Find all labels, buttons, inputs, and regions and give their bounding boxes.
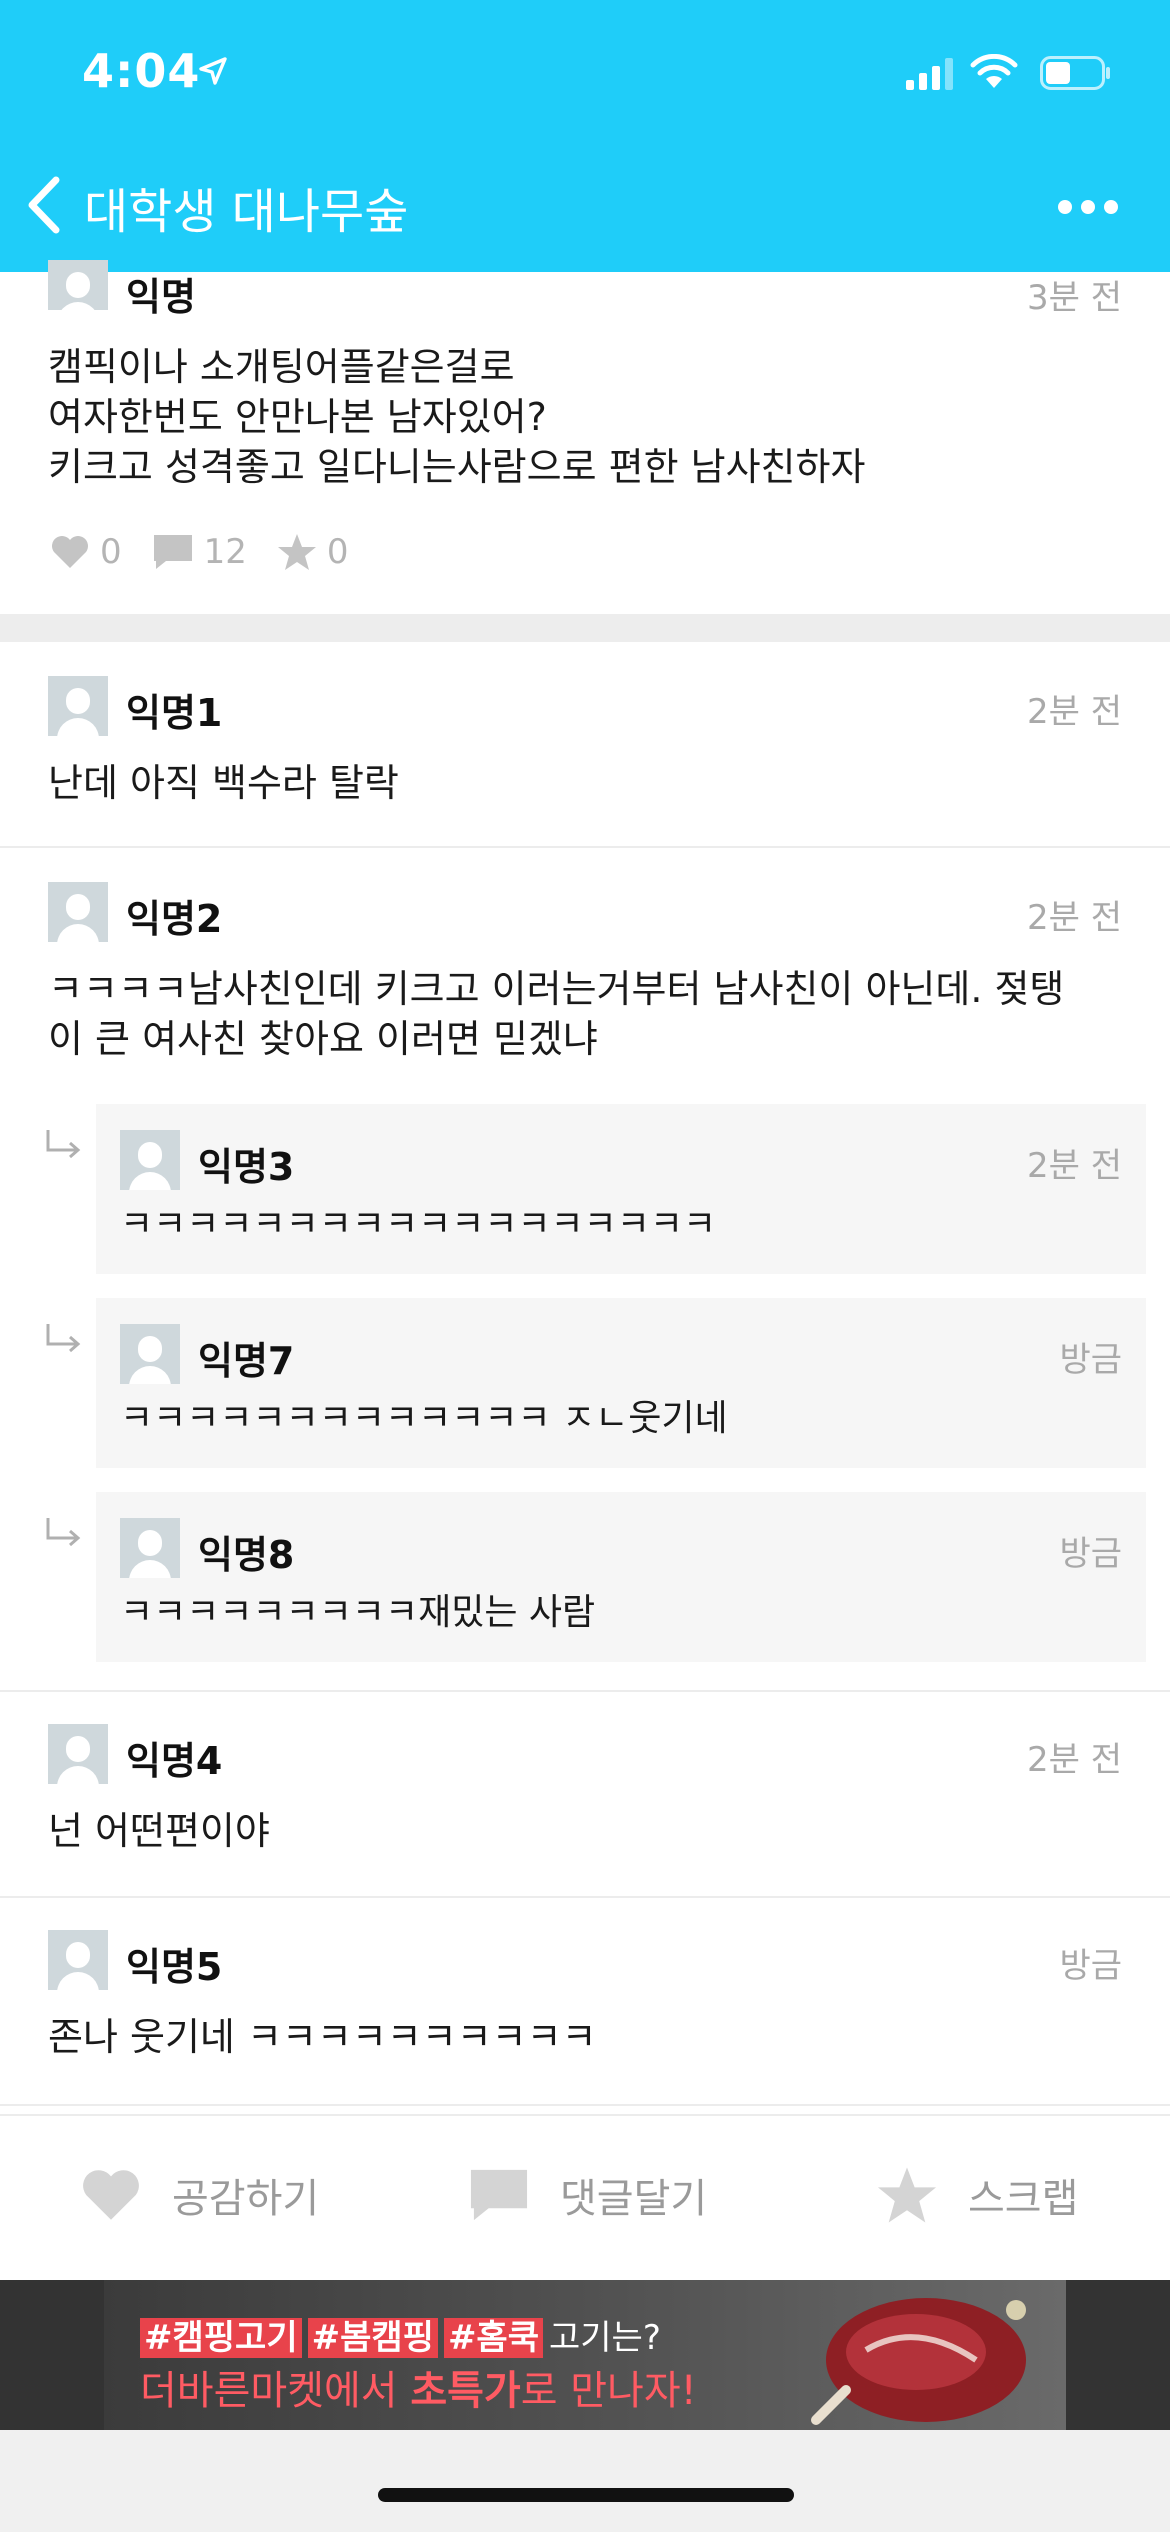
reply: 익명7 방금 ㅋㅋㅋㅋㅋㅋㅋㅋㅋㅋㅋㅋㅋ ㅈㄴ웃기네 (96, 1298, 1146, 1468)
post-line: 캠픽이나 소개팅어플같은걸로 (48, 345, 515, 389)
app-header: 4:04 대학생 대나무숲 (0, 0, 1170, 272)
reply-time: 방금 (1059, 1340, 1122, 1380)
comment-text: ㅋㅋㅋㅋ남사친인데 키크고 이러는거부터 남사친이 아닌데. 젖탱 이 큰 여사… (48, 967, 1065, 1061)
divider (0, 1896, 1170, 1898)
avatar (48, 676, 108, 736)
comment-bubble-icon (470, 2169, 528, 2221)
reply: 익명3 2분 전 ㅋㅋㅋㅋㅋㅋㅋㅋㅋㅋㅋㅋㅋㅋㅋㅋㅋㅋ (96, 1104, 1146, 1274)
comment-button[interactable]: 댓글달기 (468, 2166, 707, 2224)
divider (0, 2104, 1170, 2106)
status-time: 4:04 (82, 44, 201, 98)
post-stats: 0 12 0 (50, 530, 379, 574)
reply-author: 익명8 (198, 1533, 295, 1577)
reply: 익명8 방금 ㅋㅋㅋㅋㅋㅋㅋㅋㅋ재밌는 사람 (96, 1492, 1146, 1662)
like-button[interactable]: 공감하기 (80, 2166, 319, 2224)
home-indicator-area (0, 2430, 1170, 2532)
ad-banner[interactable]: #캠핑고기 #봄캠핑 #홈쿡 고기는? 더바른마켓에서 초특가로 만나자! (104, 2280, 1066, 2430)
battery-icon (1040, 56, 1110, 90)
avatar (120, 1130, 180, 1190)
action-bar: 공감하기 댓글달기 스크랩 (0, 2114, 1170, 2280)
divider (0, 846, 1170, 848)
reply-time: 2분 전 (1027, 1146, 1122, 1186)
comment-bubble-icon (153, 535, 192, 569)
post: 익명 3분 전 캠픽이나 소개팅어플같은걸로 여자한번도 안만나본 남자있어? … (0, 260, 1170, 614)
avatar (48, 260, 108, 310)
reply-arrow-icon (46, 1130, 81, 1159)
comment-time: 방금 (1059, 1946, 1122, 1986)
comment-time: 2분 전 (1027, 898, 1122, 938)
scrap-count: 0 (277, 532, 349, 572)
post-line: 키크고 성격좋고 일다니는사람으로 편한 남사친하자 (48, 445, 866, 489)
avatar (48, 1930, 108, 1990)
divider (0, 1690, 1170, 1692)
section-separator (0, 614, 1170, 642)
comment-text: 존나 웃기네 ㅋㅋㅋㅋㅋㅋㅋㅋㅋㅋ (48, 2015, 597, 2059)
heart-icon (52, 536, 88, 568)
location-arrow-icon (199, 57, 227, 85)
back-chevron-icon[interactable] (22, 174, 66, 236)
post-author: 익명 (126, 275, 196, 319)
post-content: 캠픽이나 소개팅어플같은걸로 여자한번도 안만나본 남자있어? 키크고 성격좋고… (48, 342, 865, 492)
comment-time: 2분 전 (1027, 692, 1122, 732)
reply-author: 익명7 (198, 1339, 295, 1383)
comment-time: 2분 전 (1027, 1740, 1122, 1780)
star-icon (277, 534, 316, 570)
reply-author: 익명3 (198, 1145, 295, 1189)
reply-arrow-icon (46, 1324, 81, 1353)
more-options-icon[interactable] (1056, 198, 1120, 216)
comment-author: 익명4 (126, 1739, 223, 1783)
cellular-signal-icon (906, 58, 953, 90)
avatar (48, 1724, 108, 1784)
reply-arrow-icon (46, 1518, 81, 1547)
scrap-button[interactable]: 스크랩 (876, 2166, 1078, 2224)
reply-text: ㅋㅋㅋㅋㅋㅋㅋㅋㅋㅋㅋㅋㅋㅋㅋㅋㅋㅋ (120, 1204, 717, 1245)
wifi-icon (970, 54, 1018, 88)
reply-text: ㅋㅋㅋㅋㅋㅋㅋㅋㅋㅋㅋㅋㅋ ㅈㄴ웃기네 (120, 1398, 728, 1439)
ad-area: #캠핑고기 #봄캠핑 #홈쿡 고기는? 더바른마켓에서 초특가로 만나자! (0, 2280, 1170, 2430)
reply-time: 방금 (1059, 1534, 1122, 1574)
star-icon (878, 2167, 936, 2223)
comment-text: 난데 아직 백수라 탈락 (48, 761, 399, 805)
steak-image-icon (811, 2298, 1026, 2425)
comment-author: 익명2 (126, 897, 223, 941)
avatar (120, 1518, 180, 1578)
reply-text: ㅋㅋㅋㅋㅋㅋㅋㅋㅋ재밌는 사람 (120, 1592, 596, 1633)
comment-author: 익명5 (126, 1945, 223, 1989)
board-title: 대학생 대나무숲 (84, 184, 409, 240)
ad-headline: #캠핑고기 #봄캠핑 #홈쿡 고기는? (140, 2310, 661, 2359)
comment-count: 12 (152, 532, 247, 572)
heart-icon (83, 2170, 139, 2220)
home-indicator[interactable] (378, 2488, 794, 2502)
comment-text: 넌 어떤편이야 (48, 1809, 270, 1853)
comment-author: 익명1 (126, 691, 223, 735)
ad-subline: 더바른마켓에서 초특가로 만나자! (140, 2368, 697, 2414)
avatar (120, 1324, 180, 1384)
post-line: 여자한번도 안만나본 남자있어? (48, 395, 547, 439)
like-count: 0 (50, 532, 122, 572)
avatar (48, 882, 108, 942)
post-time: 3분 전 (1027, 278, 1122, 318)
